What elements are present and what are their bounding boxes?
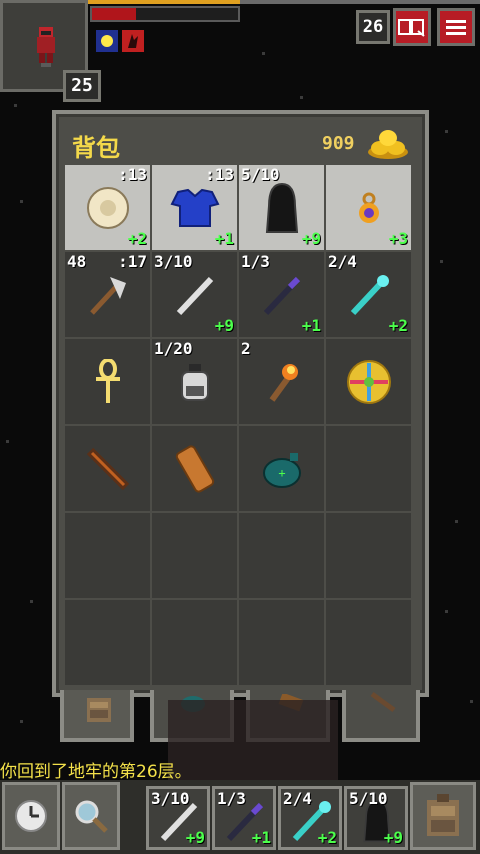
empty-inventory-slot[interactable] (239, 513, 324, 598)
inventory-slot-dark-wand[interactable]: 1/3 +1 (239, 252, 324, 337)
slot-upgrade-level: +2 (127, 229, 147, 248)
quickslot-charges: 1/3 (217, 789, 246, 808)
slot-quantity: 2/4 (328, 252, 357, 271)
empty-inventory-slot[interactable] (326, 513, 411, 598)
inventory-slot-dew-vial[interactable]: 1/20 (152, 339, 237, 424)
inventory-slot-cyan-wand[interactable]: 2/4 +2 (326, 252, 411, 337)
empty-inventory-slot[interactable] (65, 600, 150, 685)
quickslot-charges: 5/10 (349, 789, 388, 808)
journal-button[interactable] (393, 8, 431, 46)
light-buff-icon (96, 30, 118, 52)
quickslot-upgrade-level: +9 (185, 828, 205, 847)
menu-icon (446, 20, 466, 35)
slot-upgrade-level: +9 (301, 229, 321, 248)
inventory-slot-silver-wand[interactable]: 3/10 +9 (152, 252, 237, 337)
wand-holster-tab-icon (370, 692, 396, 712)
inventory-slot-seed-pouch[interactable]: + (239, 426, 324, 511)
depth-indicator: 26 (356, 10, 390, 44)
quickslot-upgrade-level: +1 (251, 828, 271, 847)
inventory-slot-amulet-ring[interactable]: +3 (326, 165, 411, 250)
backpack-tab[interactable] (60, 690, 134, 742)
backpack-title: 背包 (72, 134, 120, 162)
backpack-tab-icon (87, 698, 111, 722)
inventory-button[interactable] (410, 782, 476, 850)
slot-upgrade-level: +9 (214, 316, 234, 335)
empty-inventory-slot[interactable] (65, 513, 150, 598)
empty-inventory-slot[interactable] (152, 600, 237, 685)
magnifier-icon (75, 800, 108, 833)
menu-button[interactable] (437, 8, 475, 46)
burning-buff-icon (122, 30, 144, 52)
slot-upgrade-level: +1 (214, 229, 234, 248)
slot-upgrade-level: +3 (388, 229, 408, 248)
quickslot-charges: 3/10 (151, 789, 190, 808)
health-bar (90, 6, 240, 22)
hero-sprite-icon (37, 27, 55, 67)
quickslot-upgrade-level: +9 (383, 828, 403, 847)
inventory-slot-throwing-axe[interactable]: 48 :17 (65, 252, 150, 337)
quickslot-cyan-wand[interactable]: 2/4 +2 (278, 786, 342, 850)
slot-strength-req: :13 (205, 165, 234, 184)
dungeon-floor (168, 700, 338, 780)
slot-quantity: 1/20 (154, 339, 193, 358)
gold-count: 909 (322, 133, 355, 154)
inventory-slot-armband-round-shield[interactable]: :13 +2 (65, 165, 150, 250)
inventory-slot-blue-plate-armor[interactable]: :13 +1 (152, 165, 237, 250)
empty-inventory-slot[interactable] (326, 426, 411, 511)
inventory-slot-ankh[interactable] (65, 339, 150, 424)
slot-upgrade-level: +1 (301, 316, 321, 335)
gold-pile-icon (368, 130, 408, 159)
slot-strength-req: :13 (118, 165, 147, 184)
empty-inventory-slot[interactable] (326, 600, 411, 685)
slot-quantity: 2 (241, 339, 251, 358)
inventory-slot-torch[interactable]: 2 (239, 339, 324, 424)
inventory-slot-sword-scabbard[interactable] (65, 426, 150, 511)
slot-quantity: 3/10 (154, 252, 193, 271)
quickslot-upgrade-level: +2 (317, 828, 337, 847)
backpack-icon (427, 794, 459, 836)
slot-quantity: 5/10 (241, 165, 280, 184)
game-log-message: 你回到了地牢的第26层。 (0, 762, 192, 782)
slot-quantity: 1/3 (241, 252, 270, 271)
wait-button[interactable] (2, 782, 60, 850)
quickslot-black-cloak-artifact[interactable]: 5/10 +9 (344, 786, 408, 850)
journal-icon (398, 19, 425, 37)
empty-inventory-slot[interactable] (239, 600, 324, 685)
inventory-slot-black-cloak-artifact[interactable]: 5/10 +9 (239, 165, 324, 250)
inventory-slot-scroll-holder[interactable] (152, 426, 237, 511)
hero-level-badge: 25 (63, 70, 101, 102)
slot-quantity: 48 (67, 252, 87, 271)
quickslot-dark-wand[interactable]: 1/3 +1 (212, 786, 276, 850)
search-button[interactable] (62, 782, 120, 850)
slot-upgrade-level: +2 (388, 316, 408, 335)
empty-inventory-slot[interactable] (152, 513, 237, 598)
inventory-grid: :13 +2 :13 +1 5/10 +9 +3 48 :17 3/10 +9 1/3 +1 2/4 +2 1… (65, 165, 415, 685)
quickslot-silver-wand[interactable]: 3/10 +9 (146, 786, 210, 850)
svg-text:+: + (278, 466, 285, 480)
slot-strength-req: :17 (118, 252, 147, 271)
quickslot-charges: 2/4 (283, 789, 312, 808)
clock-icon (15, 800, 47, 832)
inventory-slot-rune-compass[interactable] (326, 339, 411, 424)
wand-holster-tab[interactable] (342, 690, 420, 742)
